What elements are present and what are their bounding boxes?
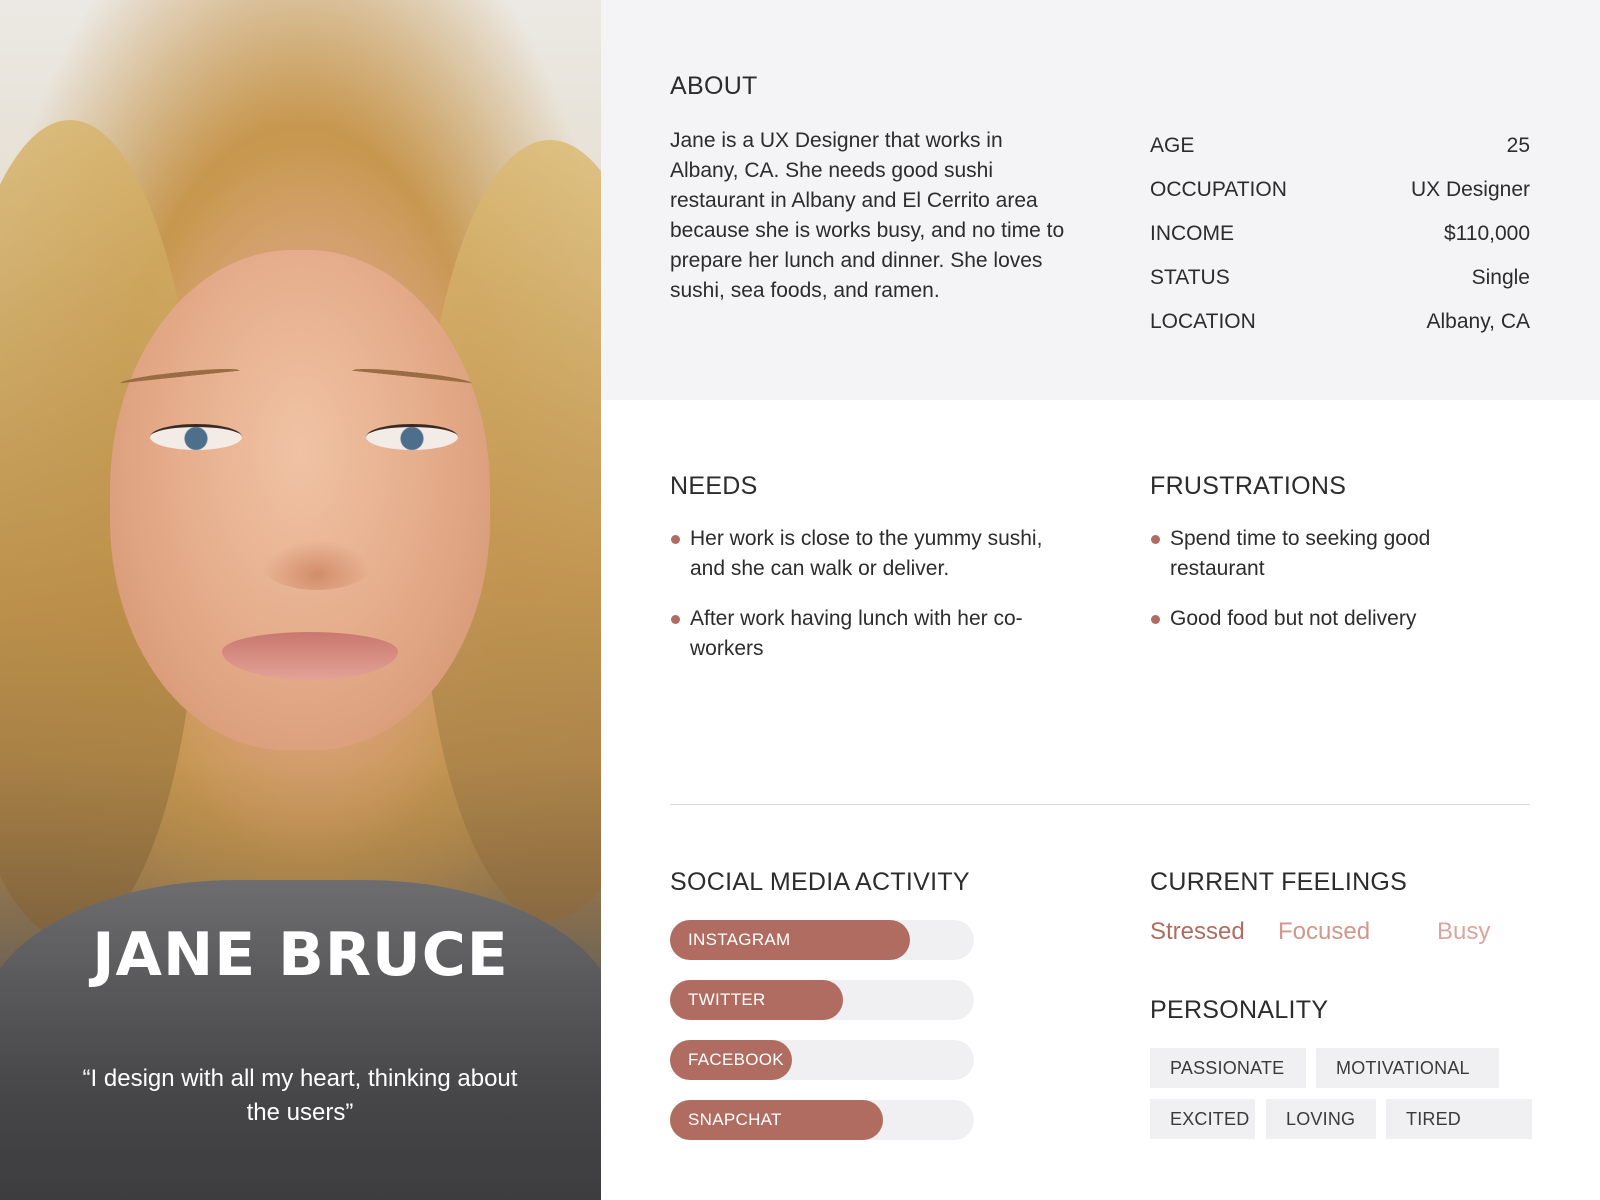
bar-label: TWITTER (688, 990, 766, 1009)
section-divider (670, 804, 1530, 805)
social-bars: INSTAGRAM TWITTER FACEBOOK SNAPCHAT (670, 920, 974, 1160)
about-heading: ABOUT (670, 72, 758, 100)
fact-value: 25 (1506, 134, 1530, 157)
personality-tag: EXCITED (1150, 1099, 1255, 1139)
fact-value: UX Designer (1410, 178, 1530, 201)
personality-heading: PERSONALITY (1150, 996, 1329, 1024)
frustrations-heading: FRUSTRATIONS (1150, 472, 1347, 500)
fact-label: OCCUPATION (1150, 178, 1287, 201)
fact-label: AGE (1150, 134, 1195, 157)
personality-tag: MOTIVATIONAL (1316, 1048, 1499, 1088)
list-item: Good food but not delivery (1150, 604, 1480, 634)
feeling-focused: Focused (1278, 918, 1371, 945)
personality-tag: LOVING (1266, 1099, 1376, 1139)
bar-track-facebook: FACEBOOK (670, 1040, 974, 1080)
about-text: Jane is a UX Designer that works in Alba… (670, 129, 1065, 302)
right-eye-shape (366, 424, 458, 450)
personality-tag: TIRED (1386, 1099, 1532, 1139)
fact-label: LOCATION (1150, 310, 1256, 333)
fact-value: Single (1471, 266, 1530, 289)
fact-row-status: STATUS Single (1150, 256, 1530, 300)
feeling-busy: Busy (1437, 918, 1491, 945)
social-heading: SOCIAL MEDIA ACTIVITY (670, 868, 970, 896)
fact-row-income: INCOME $110,000 (1150, 212, 1530, 256)
fact-row-age: AGE 25 (1150, 124, 1530, 168)
frustrations-list: Spend time to seeking good restaurant Go… (1150, 524, 1480, 654)
feeling-stressed: Stressed (1150, 918, 1245, 945)
fact-label: STATUS (1150, 266, 1230, 289)
persona-quote: “I design with all my heart, thinking ab… (82, 1065, 518, 1126)
persona-name: JANE BRUCE (92, 920, 509, 990)
persona-photo: JANE BRUCE “I design with all my heart, … (0, 0, 601, 1200)
left-eye-shape (150, 424, 242, 450)
list-item: Her work is close to the yummy sushi, an… (670, 524, 1070, 584)
nose-shape (262, 540, 372, 590)
list-item: Spend time to seeking good restaurant (1150, 524, 1480, 584)
fact-label: INCOME (1150, 222, 1234, 245)
fact-value: $110,000 (1443, 222, 1530, 245)
list-item: After work having lunch with her co-work… (670, 604, 1070, 664)
fact-row-occupation: OCCUPATION UX Designer (1150, 168, 1530, 212)
needs-list: Her work is close to the yummy sushi, an… (670, 524, 1070, 684)
bar-track-instagram: INSTAGRAM (670, 920, 974, 960)
bar-label: INSTAGRAM (688, 930, 791, 949)
fact-row-location: LOCATION Albany, CA (1150, 300, 1530, 344)
needs-heading: NEEDS (670, 472, 758, 500)
bar-track-snapchat: SNAPCHAT (670, 1100, 974, 1140)
bar-label: FACEBOOK (688, 1050, 784, 1069)
bar-label: SNAPCHAT (688, 1110, 782, 1129)
persona-page: JANE BRUCE “I design with all my heart, … (0, 0, 1600, 1200)
facts-list: AGE 25 OCCUPATION UX Designer INCOME $11… (1150, 124, 1530, 344)
feelings-row: Stressed Focused Busy (1150, 918, 1530, 952)
bar-track-twitter: TWITTER (670, 980, 974, 1020)
fact-value: Albany, CA (1426, 310, 1531, 333)
personality-tag: PASSIONATE (1150, 1048, 1306, 1088)
feelings-heading: CURRENT FEELINGS (1150, 868, 1408, 896)
